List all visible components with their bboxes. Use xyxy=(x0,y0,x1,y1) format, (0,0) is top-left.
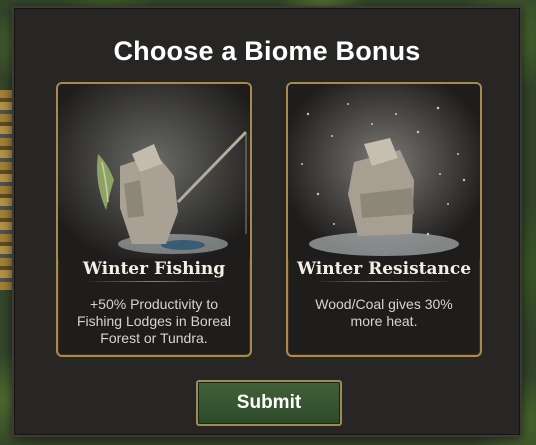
ice-fisherman-art xyxy=(58,84,250,259)
card-divider xyxy=(84,281,224,282)
bonus-card-winter-fishing[interactable]: Winter Fishing +50% Productivity to Fish… xyxy=(56,82,252,357)
card-description: +50% Productivity to Fishing Lodges in B… xyxy=(76,296,232,346)
card-title: Winter Resistance xyxy=(296,259,472,279)
bundled-figure-in-snow-art xyxy=(288,84,480,259)
biome-bonus-dialog: Choose a Biome Bonus Winter Fishing +50%… xyxy=(12,6,522,437)
card-title: Winter Fishing xyxy=(82,259,226,279)
bonus-card-winter-resistance[interactable]: Winter Resistance Wood/Coal gives 30% mo… xyxy=(286,82,482,357)
card-description: Wood/Coal gives 30% more heat. xyxy=(315,296,453,329)
dialog-title: Choose a Biome Bonus xyxy=(113,36,421,66)
card-divider xyxy=(314,281,454,282)
submit-button[interactable]: Submit xyxy=(196,380,342,426)
